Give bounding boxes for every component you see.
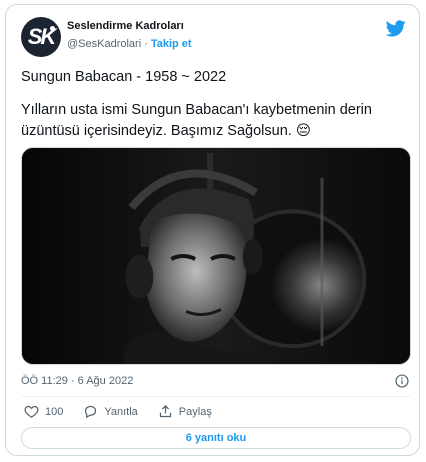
like-button[interactable]: 100 (24, 404, 63, 419)
divider (21, 396, 411, 397)
tweet-photo[interactable] (21, 147, 411, 365)
share-label: Paylaş (178, 405, 212, 418)
avatar-dot (50, 26, 55, 31)
share-icon (159, 404, 171, 418)
follow-link[interactable]: Takip et (151, 38, 192, 50)
handle-row: @SesKadrolari · Takip et (67, 38, 192, 50)
twitter-bird-icon[interactable] (386, 20, 406, 37)
info-icon[interactable] (395, 374, 409, 388)
read-replies-button[interactable]: 6 yanıtı oku (21, 427, 411, 449)
tweet-text-body: Yılların usta ismi Sungun Babacan'ı kayb… (21, 102, 372, 139)
tweet-text-title: Sungun Babacan - 1958 ~ 2022 (21, 69, 227, 85)
tweet-card: SK Seslendirme Kadroları @SesKadrolari ·… (5, 4, 420, 456)
reply-label: Yanıtla (104, 405, 138, 418)
separator: · (144, 38, 148, 50)
reply-button[interactable]: Yanıtla (83, 404, 138, 419)
avatar[interactable]: SK (21, 17, 61, 57)
like-count: 100 (45, 405, 64, 418)
share-button[interactable]: Paylaş (158, 404, 212, 419)
handle[interactable]: @SesKadrolari (67, 38, 141, 50)
action-bar: 100 Yanıtla Paylaş (24, 404, 232, 419)
timestamp-row: ÖÖ 11:29 · 6 Ağu 2022 (21, 374, 411, 388)
timestamp[interactable]: ÖÖ 11:29 · 6 Ağu 2022 (21, 375, 133, 387)
photo-portrait-image (22, 148, 410, 364)
display-name[interactable]: Seslendirme Kadroları (67, 20, 184, 32)
reply-icon (85, 405, 97, 419)
heart-icon (24, 405, 39, 418)
